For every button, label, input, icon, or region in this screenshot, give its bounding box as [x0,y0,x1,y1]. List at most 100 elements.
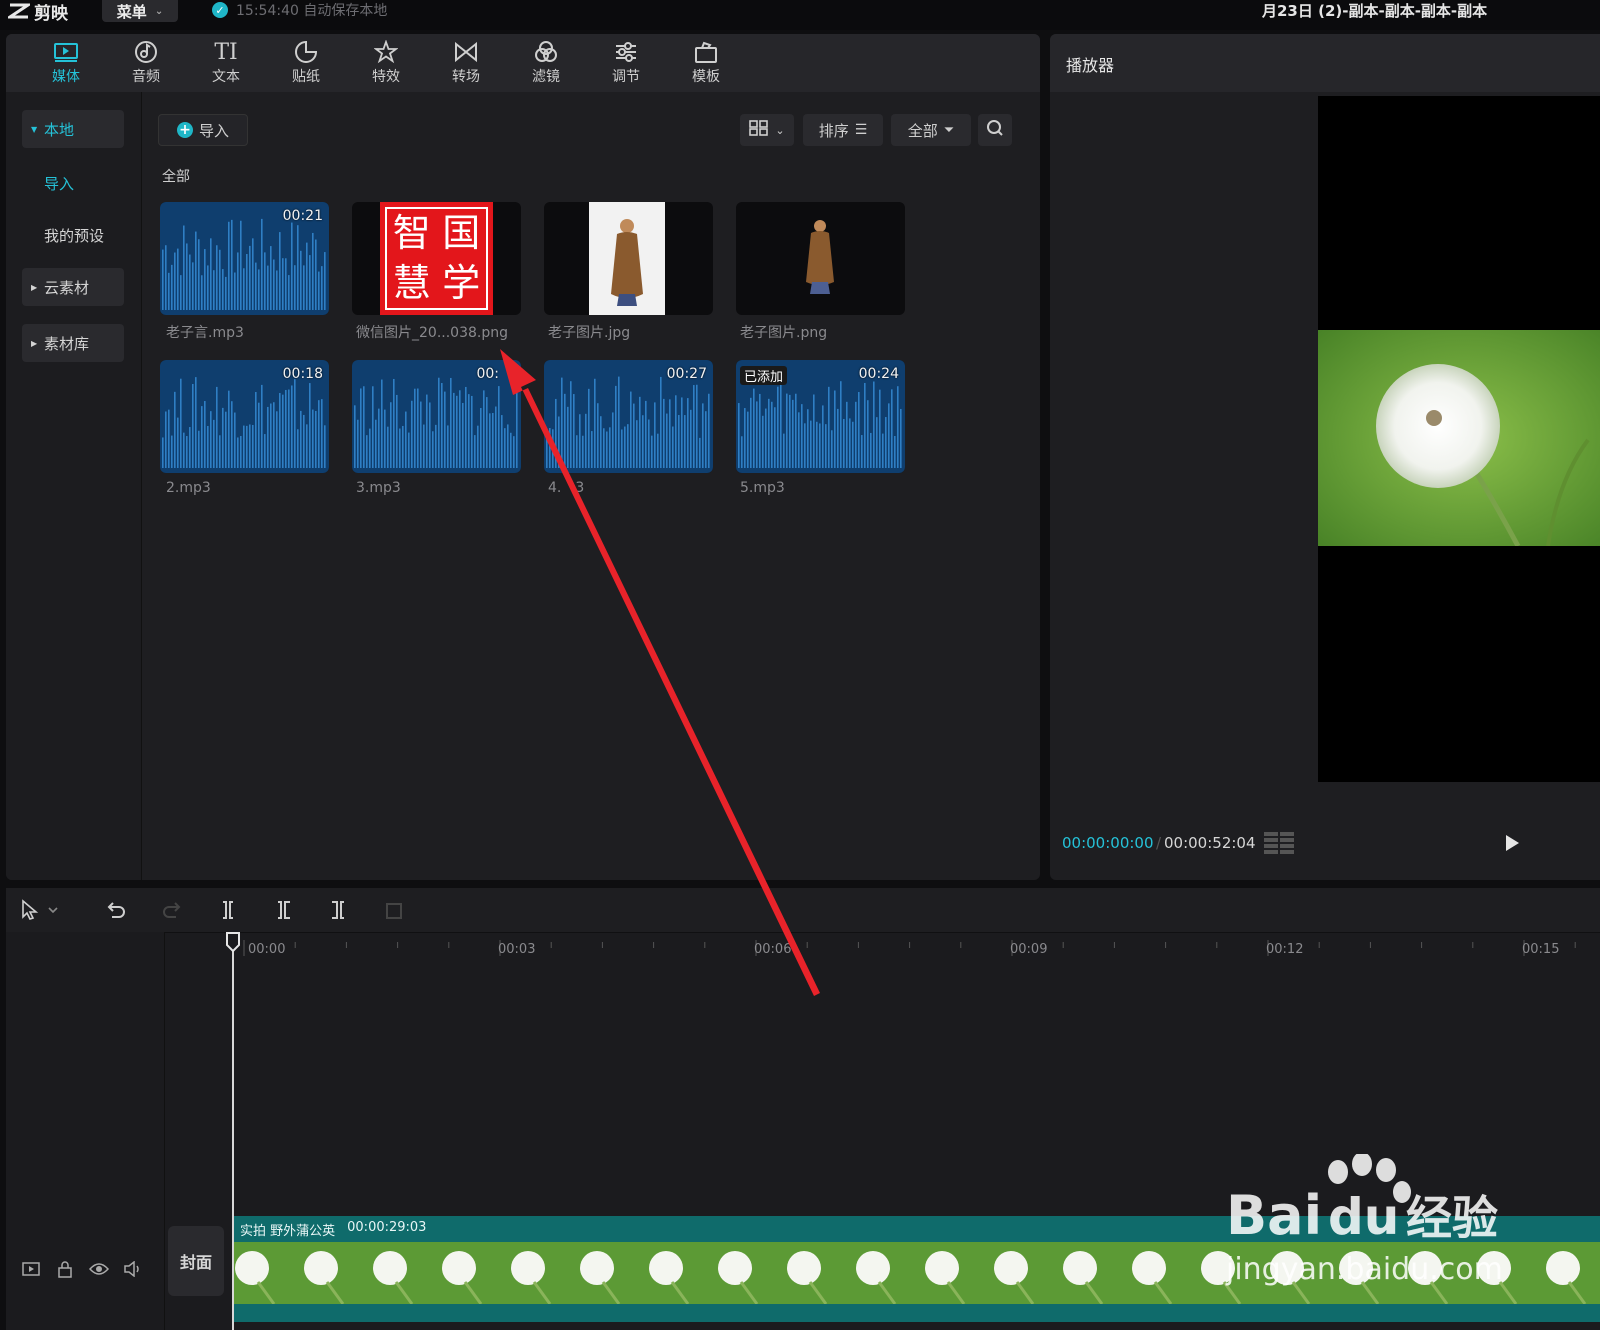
tab-sticker[interactable]: 贴纸 [266,34,346,92]
media-panel: 媒体 音频 TI 文本 贴纸 特效 转场 滤镜 调节 模板 ▼ 本地 导入 我的… [6,34,1040,880]
baidu-watermark: Bai du 经验 [1226,1152,1556,1258]
trim-left-icon [278,901,290,919]
nav-label: 素材库 [44,334,90,353]
cover-button[interactable]: 封面 [168,1226,224,1296]
nav-label: 本地 [44,120,75,139]
added-badge: 已添加 [740,366,788,385]
redo-button[interactable] [158,896,186,924]
search-icon [986,119,1004,141]
duration-label: 00:21 [282,208,323,224]
view-mode-button[interactable]: ⌄ [740,114,794,146]
split-button[interactable] [214,896,242,924]
template-icon [693,40,719,64]
watermark-url: jingyan.baidu.com [1226,1252,1503,1287]
eye-icon[interactable] [88,1258,110,1280]
tab-media[interactable]: 媒体 [26,34,106,92]
chevron-down-icon: ⌄ [775,123,785,137]
trash-icon [386,903,402,919]
play-button[interactable] [1502,832,1522,858]
media-card-image[interactable] [736,202,905,315]
nav-presets[interactable]: 我的预设 [22,216,124,254]
current-timecode: 00:00:00:00 [1062,834,1154,852]
playhead-handle[interactable] [225,932,241,952]
lock-icon[interactable] [54,1258,76,1280]
undo-icon [107,902,125,918]
tab-label: 特效 [372,69,400,85]
media-card-image[interactable] [544,202,713,315]
tab-audio[interactable]: 音频 [106,34,186,92]
nav-import[interactable]: 导入 [22,164,124,202]
volume-icon[interactable] [122,1258,144,1280]
ruler-label: 00:12 [1266,942,1304,957]
media-caption: 5.mp3 [740,480,785,496]
playhead[interactable] [232,940,234,1330]
ruler-label: 00:09 [1010,942,1048,957]
media-card-image[interactable]: 智 国 慧 学 [352,202,521,315]
seal-char: 国 [442,211,481,255]
import-label: 导入 [198,121,229,140]
funnel-icon: ⏷ [943,122,955,138]
autosave-text: 15:54:40 自动保存本地 [236,3,388,19]
player-title: 播放器 [1066,56,1115,75]
search-button[interactable] [978,114,1012,146]
time-ruler[interactable]: 00:00 00:03 00:06 00:09 00:12 00:15 [226,932,1600,966]
project-title: 月23日 (2)-副本-副本-副本-副本 [1262,2,1488,20]
filter-button[interactable]: 全部 ⏷ [891,114,971,146]
check-icon: ✓ [212,2,228,18]
media-caption: 4. 3 [548,480,584,496]
tab-filter[interactable]: 滤镜 [506,34,586,92]
menu-label: 菜单 [116,2,147,21]
caret-right-icon: ▶ [31,338,38,348]
duration-label: 00:18 [282,366,323,382]
clip-label: 实拍 野外蒲公英 00:00:29:03 [240,1220,426,1239]
media-caption: 微信图片_20...038.png [356,325,508,341]
trim-right-button[interactable] [324,896,352,924]
cursor-icon [22,899,58,920]
media-card-audio[interactable]: 00:18 [160,360,329,473]
transition-icon [453,40,479,64]
tab-adjust[interactable]: 调节 [586,34,666,92]
media-caption: 老子言.mp3 [166,325,244,341]
media-card-audio[interactable]: 00: [352,360,521,473]
chevron-down-icon: ⌄ [154,5,164,17]
tab-label: 文本 [212,69,240,85]
ruler-label: 00:00 [248,942,286,957]
import-button[interactable]: + 导入 [158,114,248,146]
sort-button[interactable]: 排序 ☰ [803,114,883,146]
autosave-status: ✓ 15:54:40 自动保存本地 [212,0,387,20]
section-label: 全部 [162,169,190,185]
clip-name: 实拍 野外蒲公英 [240,1224,336,1239]
nav-local[interactable]: ▼ 本地 [22,110,124,148]
tab-effects[interactable]: 特效 [346,34,426,92]
seal-char: 智 [392,211,431,255]
menu-button[interactable]: 菜单 ⌄ [102,0,178,22]
select-tool-button[interactable] [16,896,62,924]
watermark-du-glyph: du [1328,1188,1399,1246]
seal-char: 学 [442,260,481,305]
total-timecode: 00:00:52:04 [1164,834,1256,852]
track-video-icon[interactable] [20,1258,42,1280]
tab-template[interactable]: 模板 [666,34,746,92]
media-card-audio[interactable]: 00:21 [160,202,329,315]
sort-icon: ☰ [854,122,868,138]
tab-label: 调节 [612,69,640,85]
grid-view-icon [749,120,769,140]
grid-toggle-icon[interactable] [1264,832,1296,858]
undo-button[interactable] [102,896,130,924]
delete-button[interactable] [380,896,408,924]
tab-text[interactable]: TI 文本 [186,34,266,92]
tab-label: 滤镜 [532,69,560,85]
nav-library[interactable]: ▶ 素材库 [22,324,124,362]
trim-left-button[interactable] [270,896,298,924]
tab-label: 贴纸 [292,69,320,85]
tab-label: 转场 [452,69,480,85]
text-icon: TI [214,39,238,65]
media-card-audio[interactable]: 已添加 00:24 [736,360,905,473]
duration-label: 00:27 [666,366,707,382]
tab-transition[interactable]: 转场 [426,34,506,92]
trim-right-icon [332,901,344,919]
plus-icon: + [176,122,193,138]
caption-start: 4. [548,480,562,496]
media-card-audio[interactable]: 00:27 [544,360,713,473]
nav-cloud[interactable]: ▶ 云素材 [22,268,124,306]
